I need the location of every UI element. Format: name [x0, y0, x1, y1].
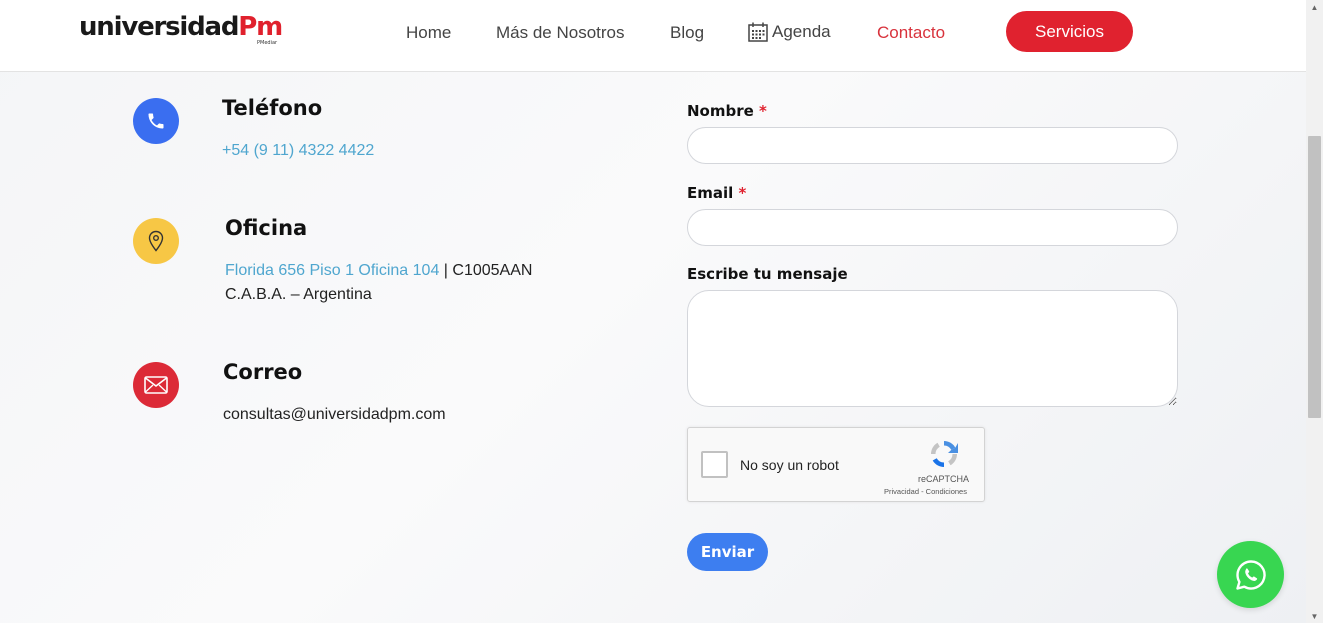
submit-button[interactable]: Enviar: [687, 533, 768, 571]
whatsapp-icon: [1235, 559, 1266, 590]
nav-contacto[interactable]: Contacto: [877, 23, 945, 43]
logo-mark: Pm: [238, 12, 283, 42]
office-separator: |: [443, 262, 448, 279]
nav-blog[interactable]: Blog: [670, 23, 704, 43]
email-label: Email *: [687, 184, 746, 202]
mail-address[interactable]: consultas@universidadpm.com: [223, 406, 446, 424]
office-postal-code: C1005AAN: [452, 262, 533, 279]
logo-subtext: PMediar: [257, 40, 278, 46]
nav-agenda[interactable]: Agenda: [747, 21, 831, 43]
location-pin-icon: [133, 218, 179, 264]
whatsapp-button[interactable]: [1217, 541, 1284, 608]
name-label: Nombre *: [687, 102, 767, 120]
nav-mas-de-nosotros[interactable]: Más de Nosotros: [496, 23, 625, 43]
recaptcha-widget: No soy un robot reCAPTCHA Privacidad - C…: [687, 427, 985, 502]
phone-title: Teléfono: [222, 96, 323, 120]
mail-title: Correo: [223, 360, 303, 384]
recaptcha-label: No soy un robot: [740, 457, 839, 473]
logo[interactable]: universidadPm PMediar: [79, 12, 283, 46]
nav-home[interactable]: Home: [406, 23, 451, 43]
recaptcha-links[interactable]: Privacidad - Condiciones: [884, 487, 967, 496]
required-mark: *: [759, 102, 767, 120]
name-field[interactable]: [687, 127, 1178, 164]
envelope-icon: [133, 362, 179, 408]
office-address-link[interactable]: Florida 656 Piso 1 Oficina 104: [225, 262, 439, 279]
scroll-up-arrow-icon[interactable]: ▲: [1306, 0, 1323, 14]
recaptcha-brand: reCAPTCHA: [918, 474, 970, 484]
recaptcha-checkbox[interactable]: [701, 451, 728, 478]
nav-agenda-label: Agenda: [772, 22, 831, 41]
logo-text: universidad: [79, 12, 239, 42]
phone-link[interactable]: +54 (9 11) 4322 4422: [222, 142, 374, 160]
servicios-button[interactable]: Servicios: [1006, 11, 1133, 52]
phone-icon: [133, 98, 179, 144]
office-city: C.A.B.A. – Argentina: [225, 286, 372, 303]
recaptcha-icon: [930, 441, 958, 468]
site-header: universidadPm PMediar Home Más de Nosotr…: [0, 0, 1306, 72]
office-title: Oficina: [225, 216, 308, 240]
page-scrollbar[interactable]: ▲ ▼: [1306, 0, 1323, 623]
office-address: Florida 656 Piso 1 Oficina 104 | C1005AA…: [225, 262, 532, 280]
email-field[interactable]: [687, 209, 1178, 246]
message-field[interactable]: [687, 290, 1178, 407]
required-mark: *: [738, 184, 747, 202]
email-label-text: Email: [687, 184, 734, 202]
scroll-down-arrow-icon[interactable]: ▼: [1306, 609, 1323, 623]
message-label: Escribe tu mensaje: [687, 265, 848, 283]
scroll-thumb[interactable]: [1308, 136, 1321, 418]
name-label-text: Nombre: [687, 102, 754, 120]
calendar-icon: [748, 22, 768, 42]
